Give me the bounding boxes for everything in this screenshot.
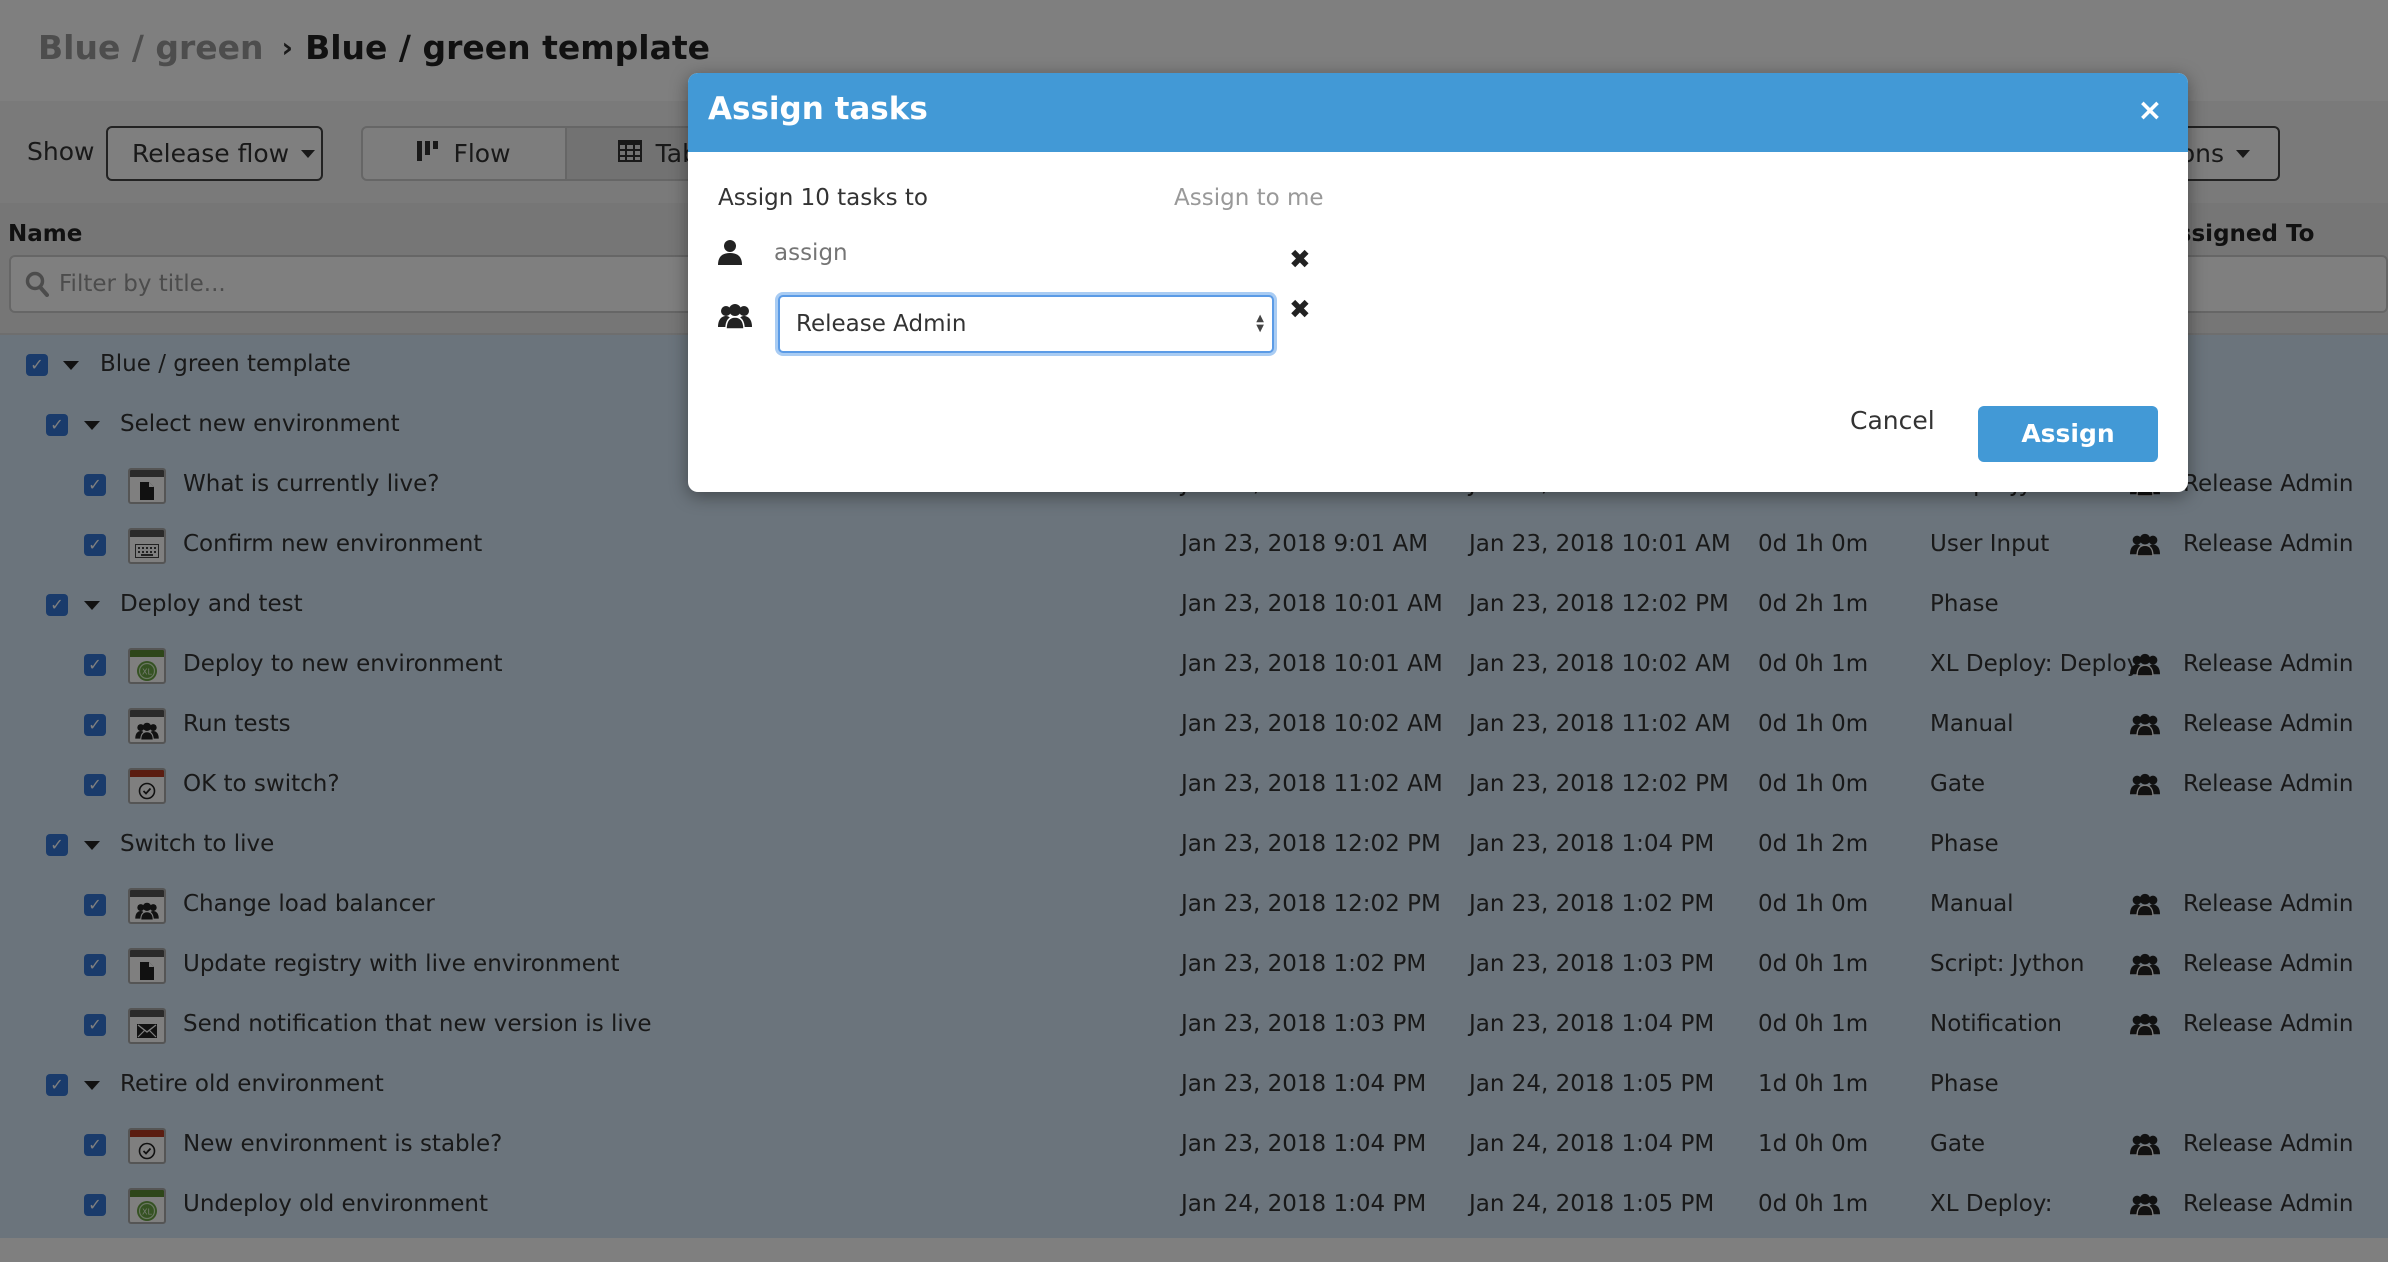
assign-tasks-dialog: Assign tasks × Assign 10 tasks to Assign… bbox=[688, 73, 2188, 492]
dialog-header: Assign tasks × bbox=[688, 73, 2188, 152]
cancel-button[interactable]: Cancel bbox=[1850, 406, 1935, 435]
assign-button[interactable]: Assign bbox=[1978, 406, 2158, 462]
user-icon bbox=[718, 239, 742, 269]
assign-button-label: Assign bbox=[2021, 418, 2115, 448]
assignee-team-select[interactable]: Release Admin ▲ ▼ bbox=[778, 295, 1274, 353]
team-icon bbox=[718, 303, 752, 333]
select-arrows-icon: ▲ ▼ bbox=[1256, 313, 1264, 334]
clear-team-icon[interactable]: ✖ bbox=[1289, 295, 1311, 325]
close-icon[interactable]: × bbox=[2132, 93, 2168, 129]
assignee-user-input[interactable] bbox=[774, 233, 1188, 273]
dialog-title: Assign tasks bbox=[708, 91, 928, 127]
assign-count-label: Assign 10 tasks to bbox=[718, 185, 928, 211]
assign-to-me-link[interactable]: Assign to me bbox=[1174, 185, 1324, 211]
clear-user-icon[interactable]: ✖ bbox=[1289, 245, 1311, 275]
team-select-value: Release Admin bbox=[796, 311, 967, 337]
